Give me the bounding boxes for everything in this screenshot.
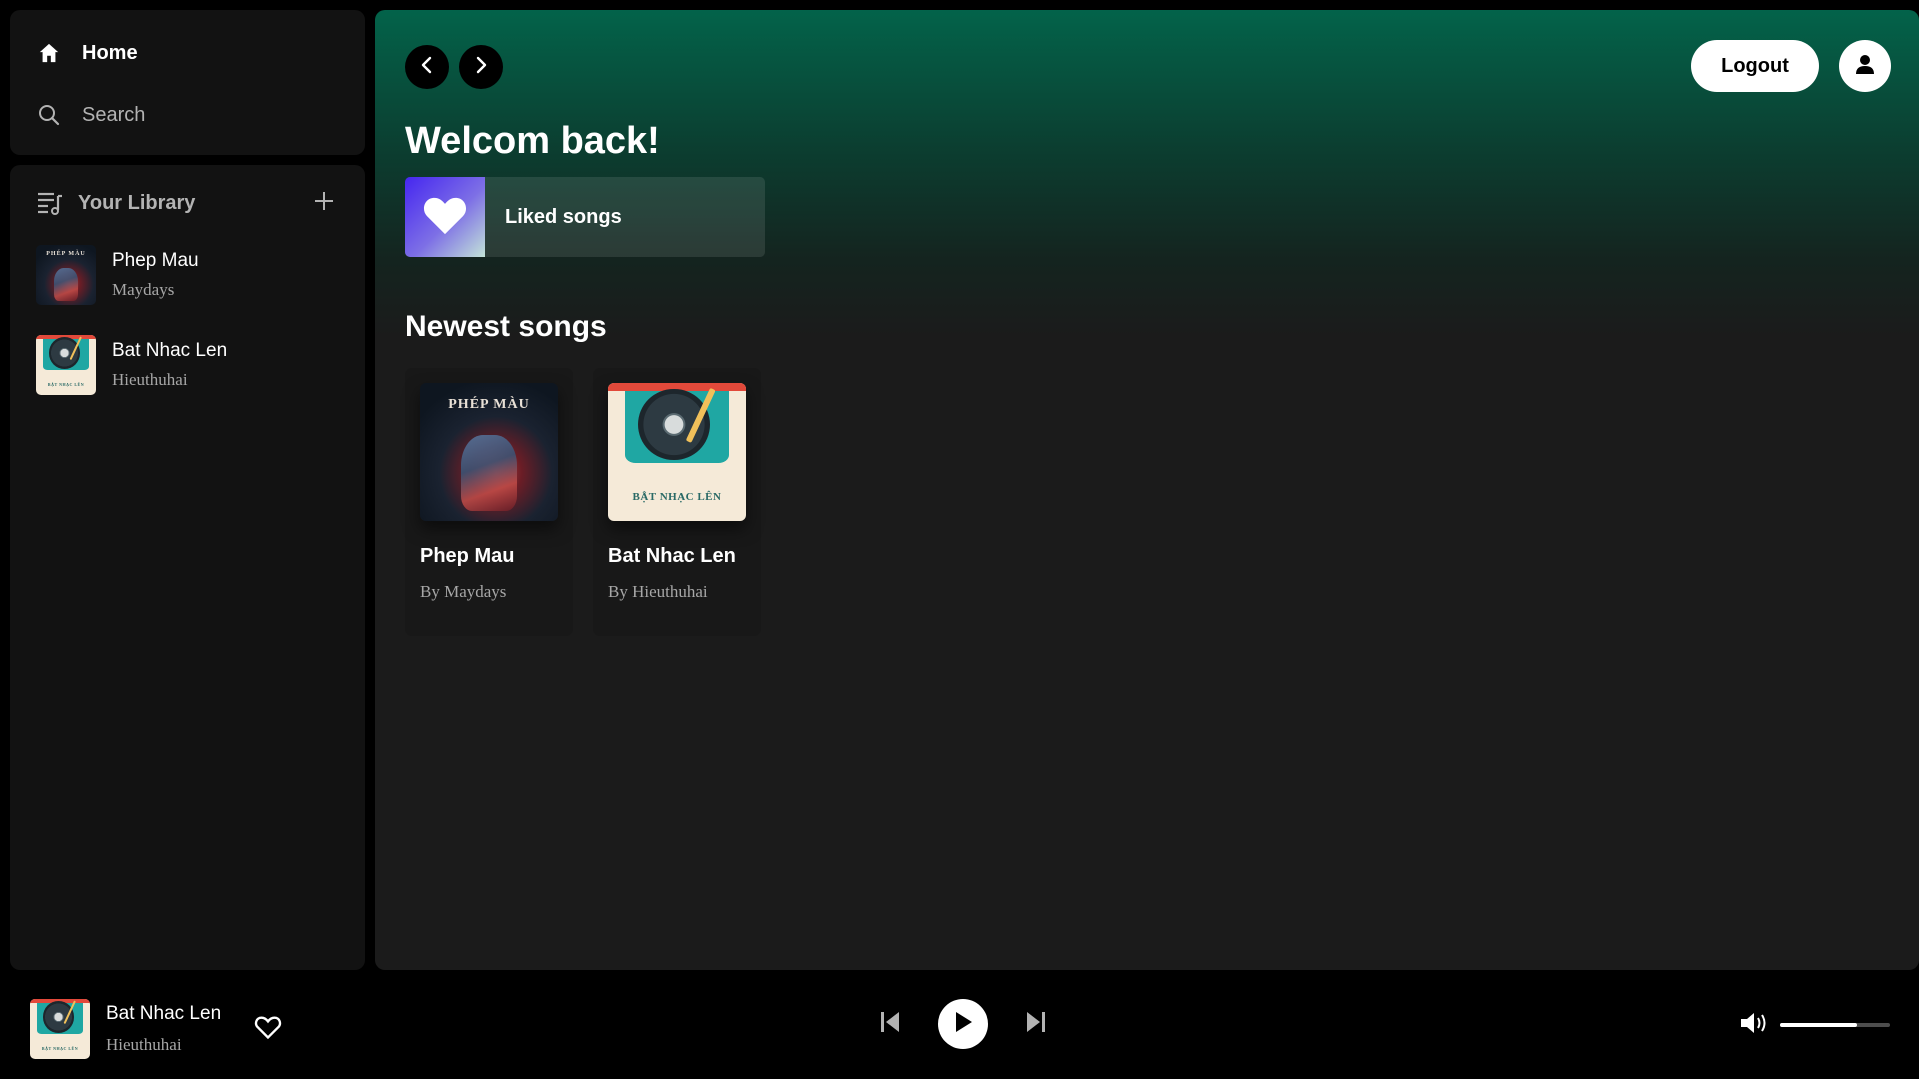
- user-icon: [1854, 53, 1876, 80]
- nav-search-label: Search: [82, 103, 146, 126]
- album-cover-bat-nhac-len[interactable]: BẬT NHẠC LÊN: [30, 999, 90, 1059]
- chevron-left-icon: [418, 56, 436, 79]
- now-playing-meta: Bat Nhac Len Hieuthuhai: [106, 1003, 221, 1055]
- player-bar: BẬT NHẠC LÊN Bat Nhac Len Hieuthuhai: [0, 970, 1919, 1079]
- library-header: Your Library: [36, 183, 339, 223]
- library-icon: [36, 190, 64, 216]
- playback-controls: [870, 999, 1056, 1049]
- next-button[interactable]: [1016, 1004, 1056, 1044]
- liked-songs-art: [405, 177, 485, 257]
- library-title-button[interactable]: Your Library: [36, 190, 195, 216]
- vinyl-disc: [43, 1001, 75, 1033]
- logout-button[interactable]: Logout: [1691, 40, 1819, 92]
- play-icon: [952, 1010, 974, 1039]
- volume-icon: [1739, 1011, 1769, 1040]
- volume-control: [1738, 1011, 1890, 1039]
- home-icon: [36, 40, 62, 66]
- chevron-right-icon: [472, 56, 490, 79]
- cover-caption: BẬT NHẠC LÊN: [41, 1046, 79, 1052]
- album-cover-phep-mau: PHÉP MÀU: [36, 245, 96, 305]
- heart-outline-icon: [254, 1014, 282, 1045]
- liked-songs-label: Liked songs: [505, 205, 622, 228]
- app: Home Search Your Library PHÉP MÀU Phep M…: [0, 0, 1919, 1079]
- library-item-meta: Phep Mau Maydays: [112, 250, 199, 300]
- vinyl-disc: [49, 337, 81, 369]
- nav-search[interactable]: Search: [36, 94, 339, 136]
- cover-caption: BẬT NHẠC LÊN: [632, 491, 722, 504]
- library-item[interactable]: PHÉP MÀU Phep Mau Maydays: [36, 243, 339, 307]
- volume-slider[interactable]: [1780, 1023, 1890, 1027]
- sidebar-nav: Home Search: [10, 10, 365, 155]
- library-item-subtitle: Hieuthuhai: [112, 370, 188, 389]
- plus-icon: [313, 190, 335, 217]
- cover-figure: [54, 267, 78, 301]
- add-playlist-button[interactable]: [309, 188, 339, 218]
- nav-home-label: Home: [82, 41, 138, 64]
- song-card-title: Bat Nhac Len: [608, 545, 736, 567]
- history-nav: [405, 45, 513, 89]
- play-button[interactable]: [938, 999, 988, 1049]
- sidebar-library: Your Library PHÉP MÀU Phep Mau Maydays B…: [10, 165, 365, 970]
- skip-forward-icon: [1025, 1010, 1047, 1039]
- section-title: Newest songs: [405, 310, 607, 343]
- album-cover-bat-nhac-len: BẬT NHẠC LÊN: [36, 335, 96, 395]
- liked-songs-card[interactable]: Liked songs: [405, 177, 765, 257]
- cover-caption: PHÉP MÀU: [46, 251, 86, 257]
- cover-caption: PHÉP MÀU: [448, 396, 530, 412]
- now-playing-title[interactable]: Bat Nhac Len: [106, 1003, 221, 1025]
- library-item-title: Phep Mau: [112, 250, 199, 271]
- album-cover-phep-mau: PHÉP MÀU: [420, 383, 558, 521]
- cover-figure: [461, 435, 517, 512]
- volume-slider-fill: [1780, 1023, 1857, 1027]
- song-card-subtitle: By Maydays: [420, 582, 507, 601]
- nav-home[interactable]: Home: [36, 32, 339, 74]
- library-item-subtitle: Maydays: [112, 280, 175, 299]
- newest-songs-list: PHÉP MÀU Phep Mau By Maydays BẬT NHẠC LÊ…: [405, 368, 781, 636]
- back-button[interactable]: [405, 45, 449, 89]
- heart-icon: [422, 194, 468, 241]
- song-card-title: Phep Mau: [420, 545, 515, 567]
- now-playing-artist[interactable]: Hieuthuhai: [106, 1035, 221, 1055]
- volume-button[interactable]: [1738, 1011, 1770, 1039]
- library-item-meta: Bat Nhac Len Hieuthuhai: [112, 340, 227, 390]
- search-icon: [36, 102, 62, 128]
- previous-button[interactable]: [870, 1004, 910, 1044]
- profile-button[interactable]: [1839, 40, 1891, 92]
- library-item[interactable]: BẬT NHẠC LÊN Bat Nhac Len Hieuthuhai: [36, 333, 339, 397]
- page-title: Welcom back!: [405, 120, 660, 162]
- song-card[interactable]: BẬT NHẠC LÊN Bat Nhac Len By Hieuthuhai: [593, 368, 761, 636]
- song-card[interactable]: PHÉP MÀU Phep Mau By Maydays: [405, 368, 573, 636]
- library-title-label: Your Library: [78, 191, 196, 214]
- main-content: Logout Welcom back! Liked songs Newest s…: [375, 10, 1919, 970]
- song-card-subtitle: By Hieuthuhai: [608, 582, 708, 601]
- cover-caption: BẬT NHẠC LÊN: [47, 382, 85, 388]
- library-item-title: Bat Nhac Len: [112, 340, 228, 361]
- vinyl-disc: [638, 388, 711, 461]
- like-button[interactable]: [251, 1012, 285, 1046]
- now-playing: BẬT NHẠC LÊN Bat Nhac Len Hieuthuhai: [30, 999, 285, 1059]
- forward-button[interactable]: [459, 45, 503, 89]
- album-cover-bat-nhac-len: BẬT NHẠC LÊN: [608, 383, 746, 521]
- skip-back-icon: [879, 1010, 901, 1039]
